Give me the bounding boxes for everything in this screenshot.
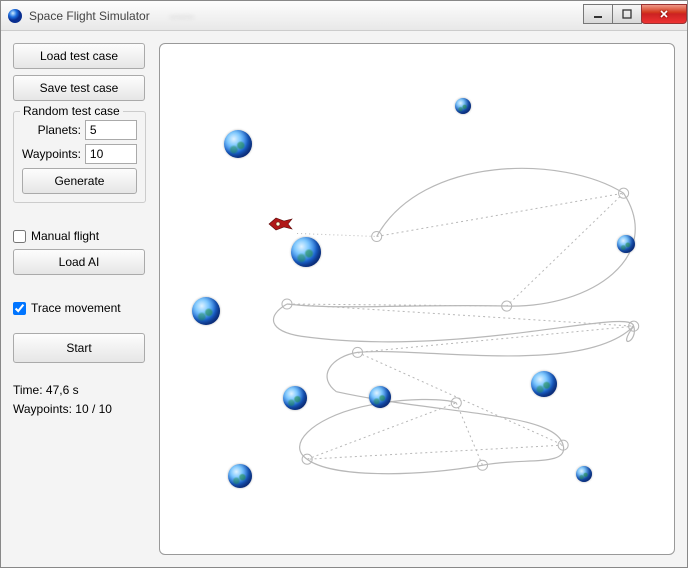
titlebar[interactable]: Space Flight Simulator —— [1, 1, 687, 31]
manual-flight-label: Manual flight [31, 229, 99, 243]
simulation-canvas[interactable] [159, 43, 675, 555]
status-time: Time: 47,6 s [13, 381, 145, 400]
trace-movement-label: Trace movement [31, 301, 121, 315]
maximize-button[interactable] [612, 4, 642, 24]
window-title: Space Flight Simulator [29, 9, 150, 23]
trace-movement-checkbox[interactable] [13, 302, 26, 315]
load-test-case-button[interactable]: Load test case [13, 43, 145, 69]
waypoints-label: Waypoints: [22, 147, 81, 161]
app-icon [7, 8, 23, 24]
titlebar-blur-text: —— [170, 9, 194, 23]
app-window: Space Flight Simulator —— Load test case… [0, 0, 688, 568]
manual-flight-checkbox-wrap[interactable]: Manual flight [13, 229, 145, 243]
group-legend: Random test case [20, 104, 123, 118]
sidebar: Load test case Save test case Random tes… [13, 43, 145, 555]
save-test-case-button[interactable]: Save test case [13, 75, 145, 101]
planet-icon [224, 130, 252, 158]
planet-icon [228, 464, 252, 488]
planet-icon [455, 98, 471, 114]
trace-movement-checkbox-wrap[interactable]: Trace movement [13, 301, 145, 315]
planet-icon [369, 386, 391, 408]
planets-input[interactable] [85, 120, 137, 140]
random-test-case-group: Random test case Planets: Waypoints: Gen… [13, 111, 146, 203]
status-waypoints: Waypoints: 10 / 10 [13, 400, 145, 419]
start-button[interactable]: Start [13, 333, 145, 363]
planet-icon [576, 466, 592, 482]
planet-icon [192, 297, 220, 325]
window-controls [584, 4, 687, 24]
generate-button[interactable]: Generate [22, 168, 137, 194]
spaceship-icon [266, 215, 294, 233]
planet-icon [531, 371, 557, 397]
planet-icon [291, 237, 321, 267]
waypoints-input[interactable] [85, 144, 137, 164]
manual-flight-checkbox[interactable] [13, 230, 26, 243]
status-panel: Time: 47,6 s Waypoints: 10 / 10 [13, 381, 145, 419]
planet-icon [283, 386, 307, 410]
load-ai-button[interactable]: Load AI [13, 249, 145, 275]
planet-icon [617, 235, 635, 253]
planets-label: Planets: [22, 123, 81, 137]
close-button[interactable] [641, 4, 687, 24]
content-area: Load test case Save test case Random tes… [1, 31, 687, 567]
minimize-button[interactable] [583, 4, 613, 24]
